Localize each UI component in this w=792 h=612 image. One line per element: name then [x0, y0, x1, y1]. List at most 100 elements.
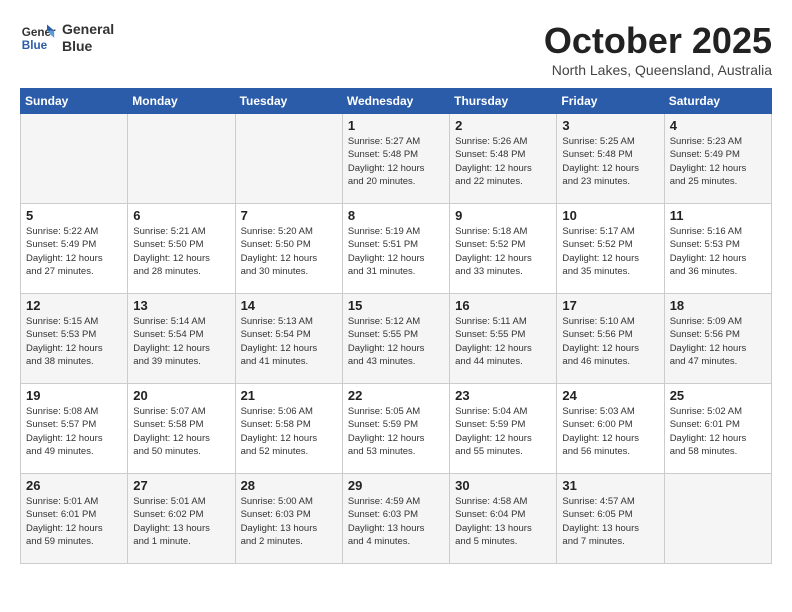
- weekday-header-thursday: Thursday: [450, 89, 557, 114]
- day-number: 3: [562, 118, 658, 133]
- calendar-cell: 27 Sunrise: 5:01 AM Sunset: 6:02 PM Dayli…: [128, 474, 235, 564]
- day-number: 1: [348, 118, 444, 133]
- day-info: Sunrise: 5:09 AM Sunset: 5:56 PM Dayligh…: [670, 315, 766, 368]
- day-info: Sunrise: 5:13 AM Sunset: 5:54 PM Dayligh…: [241, 315, 337, 368]
- calendar-cell: 4 Sunrise: 5:23 AM Sunset: 5:49 PM Daylig…: [664, 114, 771, 204]
- calendar-cell: [128, 114, 235, 204]
- day-info: Sunrise: 5:17 AM Sunset: 5:52 PM Dayligh…: [562, 225, 658, 278]
- day-info: Sunrise: 5:22 AM Sunset: 5:49 PM Dayligh…: [26, 225, 122, 278]
- day-number: 9: [455, 208, 551, 223]
- calendar-cell: 7 Sunrise: 5:20 AM Sunset: 5:50 PM Daylig…: [235, 204, 342, 294]
- calendar-cell: [664, 474, 771, 564]
- day-info: Sunrise: 5:12 AM Sunset: 5:55 PM Dayligh…: [348, 315, 444, 368]
- calendar-cell: 31Sunrise: 4:57 AM Sunset: 6:05 PM Dayli…: [557, 474, 664, 564]
- day-number: 7: [241, 208, 337, 223]
- day-number: 26: [26, 478, 122, 493]
- day-info: Sunrise: 5:23 AM Sunset: 5:49 PM Dayligh…: [670, 135, 766, 188]
- calendar-cell: 19Sunrise: 5:08 AM Sunset: 5:57 PM Dayli…: [21, 384, 128, 474]
- logo-icon: General Blue: [20, 20, 56, 56]
- weekday-header-sunday: Sunday: [21, 89, 128, 114]
- calendar-cell: 10 Sunrise: 5:17 AM Sunset: 5:52 PM Dayli…: [557, 204, 664, 294]
- day-info: Sunrise: 5:02 AM Sunset: 6:01 PM Dayligh…: [670, 405, 766, 458]
- location-subtitle: North Lakes, Queensland, Australia: [544, 62, 772, 78]
- calendar-week-2: 5 Sunrise: 5:22 AM Sunset: 5:49 PM Daylig…: [21, 204, 772, 294]
- calendar-cell: [21, 114, 128, 204]
- calendar-cell: 3 Sunrise: 5:25 AM Sunset: 5:48 PM Daylig…: [557, 114, 664, 204]
- day-number: 15: [348, 298, 444, 313]
- calendar-cell: 5 Sunrise: 5:22 AM Sunset: 5:49 PM Daylig…: [21, 204, 128, 294]
- day-info: Sunrise: 5:14 AM Sunset: 5:54 PM Dayligh…: [133, 315, 229, 368]
- calendar-cell: 2 Sunrise: 5:26 AM Sunset: 5:48 PM Daylig…: [450, 114, 557, 204]
- day-info: Sunrise: 4:59 AM Sunset: 6:03 PM Dayligh…: [348, 495, 444, 548]
- calendar-cell: 14 Sunrise: 5:13 AM Sunset: 5:54 PM Dayli…: [235, 294, 342, 384]
- calendar-cell: 12Sunrise: 5:15 AM Sunset: 5:53 PM Dayli…: [21, 294, 128, 384]
- day-number: 29: [348, 478, 444, 493]
- calendar-cell: 21 Sunrise: 5:06 AM Sunset: 5:58 PM Dayli…: [235, 384, 342, 474]
- day-number: 4: [670, 118, 766, 133]
- day-number: 21: [241, 388, 337, 403]
- logo-text-general: General: [62, 21, 114, 38]
- calendar-cell: 15 Sunrise: 5:12 AM Sunset: 5:55 PM Dayli…: [342, 294, 449, 384]
- calendar-cell: 25Sunrise: 5:02 AM Sunset: 6:01 PM Dayli…: [664, 384, 771, 474]
- calendar-cell: 17Sunrise: 5:10 AM Sunset: 5:56 PM Dayli…: [557, 294, 664, 384]
- calendar-cell: [235, 114, 342, 204]
- calendar-cell: 29 Sunrise: 4:59 AM Sunset: 6:03 PM Dayli…: [342, 474, 449, 564]
- day-info: Sunrise: 5:16 AM Sunset: 5:53 PM Dayligh…: [670, 225, 766, 278]
- day-info: Sunrise: 5:07 AM Sunset: 5:58 PM Dayligh…: [133, 405, 229, 458]
- weekday-header-saturday: Saturday: [664, 89, 771, 114]
- day-number: 20: [133, 388, 229, 403]
- calendar-cell: 26 Sunrise: 5:01 AM Sunset: 6:01 PM Dayli…: [21, 474, 128, 564]
- day-number: 13: [133, 298, 229, 313]
- calendar-cell: 20 Sunrise: 5:07 AM Sunset: 5:58 PM Dayli…: [128, 384, 235, 474]
- day-info: Sunrise: 5:04 AM Sunset: 5:59 PM Dayligh…: [455, 405, 551, 458]
- day-info: Sunrise: 5:01 AM Sunset: 6:02 PM Dayligh…: [133, 495, 229, 548]
- day-number: 19: [26, 388, 122, 403]
- day-number: 23: [455, 388, 551, 403]
- calendar-week-3: 12Sunrise: 5:15 AM Sunset: 5:53 PM Dayli…: [21, 294, 772, 384]
- calendar-week-4: 19Sunrise: 5:08 AM Sunset: 5:57 PM Dayli…: [21, 384, 772, 474]
- day-number: 27: [133, 478, 229, 493]
- weekday-header-row: SundayMondayTuesdayWednesdayThursdayFrid…: [21, 89, 772, 114]
- calendar-week-1: 1Sunrise: 5:27 AM Sunset: 5:48 PM Daylig…: [21, 114, 772, 204]
- day-number: 11: [670, 208, 766, 223]
- day-number: 6: [133, 208, 229, 223]
- day-info: Sunrise: 5:26 AM Sunset: 5:48 PM Dayligh…: [455, 135, 551, 188]
- day-number: 18: [670, 298, 766, 313]
- calendar-cell: 6 Sunrise: 5:21 AM Sunset: 5:50 PM Daylig…: [128, 204, 235, 294]
- day-info: Sunrise: 5:21 AM Sunset: 5:50 PM Dayligh…: [133, 225, 229, 278]
- day-info: Sunrise: 4:58 AM Sunset: 6:04 PM Dayligh…: [455, 495, 551, 548]
- day-info: Sunrise: 5:11 AM Sunset: 5:55 PM Dayligh…: [455, 315, 551, 368]
- day-number: 17: [562, 298, 658, 313]
- day-info: Sunrise: 5:18 AM Sunset: 5:52 PM Dayligh…: [455, 225, 551, 278]
- weekday-header-tuesday: Tuesday: [235, 89, 342, 114]
- day-info: Sunrise: 5:25 AM Sunset: 5:48 PM Dayligh…: [562, 135, 658, 188]
- day-number: 28: [241, 478, 337, 493]
- day-info: Sunrise: 5:15 AM Sunset: 5:53 PM Dayligh…: [26, 315, 122, 368]
- day-number: 30: [455, 478, 551, 493]
- day-info: Sunrise: 5:03 AM Sunset: 6:00 PM Dayligh…: [562, 405, 658, 458]
- day-info: Sunrise: 5:00 AM Sunset: 6:03 PM Dayligh…: [241, 495, 337, 548]
- day-number: 5: [26, 208, 122, 223]
- calendar-week-5: 26 Sunrise: 5:01 AM Sunset: 6:01 PM Dayli…: [21, 474, 772, 564]
- title-block: October 2025 North Lakes, Queensland, Au…: [544, 20, 772, 78]
- calendar-cell: 30 Sunrise: 4:58 AM Sunset: 6:04 PM Dayli…: [450, 474, 557, 564]
- calendar-cell: 22Sunrise: 5:05 AM Sunset: 5:59 PM Dayli…: [342, 384, 449, 474]
- day-number: 10: [562, 208, 658, 223]
- weekday-header-monday: Monday: [128, 89, 235, 114]
- calendar-cell: 24 Sunrise: 5:03 AM Sunset: 6:00 PM Dayli…: [557, 384, 664, 474]
- calendar-cell: 28 Sunrise: 5:00 AM Sunset: 6:03 PM Dayli…: [235, 474, 342, 564]
- calendar-table: SundayMondayTuesdayWednesdayThursdayFrid…: [20, 88, 772, 564]
- day-info: Sunrise: 5:05 AM Sunset: 5:59 PM Dayligh…: [348, 405, 444, 458]
- month-year-title: October 2025: [544, 20, 772, 62]
- day-info: Sunrise: 5:01 AM Sunset: 6:01 PM Dayligh…: [26, 495, 122, 548]
- day-number: 14: [241, 298, 337, 313]
- calendar-cell: 1Sunrise: 5:27 AM Sunset: 5:48 PM Daylig…: [342, 114, 449, 204]
- day-number: 2: [455, 118, 551, 133]
- day-info: Sunrise: 5:20 AM Sunset: 5:50 PM Dayligh…: [241, 225, 337, 278]
- day-number: 24: [562, 388, 658, 403]
- day-number: 31: [562, 478, 658, 493]
- calendar-cell: 18 Sunrise: 5:09 AM Sunset: 5:56 PM Dayli…: [664, 294, 771, 384]
- day-info: Sunrise: 5:06 AM Sunset: 5:58 PM Dayligh…: [241, 405, 337, 458]
- day-number: 16: [455, 298, 551, 313]
- calendar-cell: 9 Sunrise: 5:18 AM Sunset: 5:52 PM Daylig…: [450, 204, 557, 294]
